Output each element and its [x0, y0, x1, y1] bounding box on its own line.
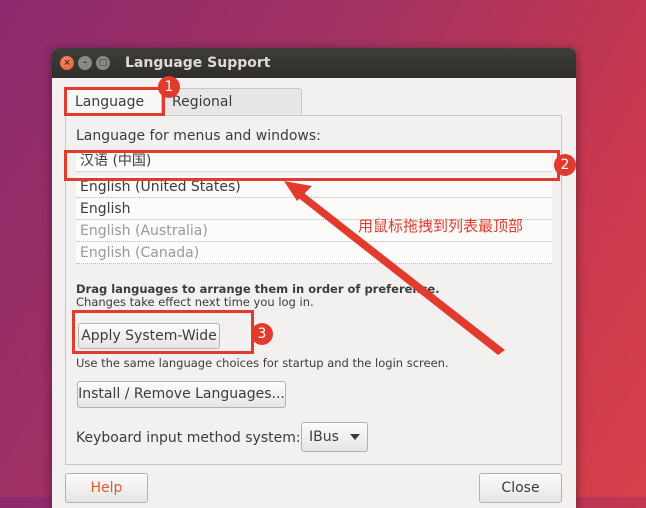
- annotation-arrow-icon: [284, 181, 505, 355]
